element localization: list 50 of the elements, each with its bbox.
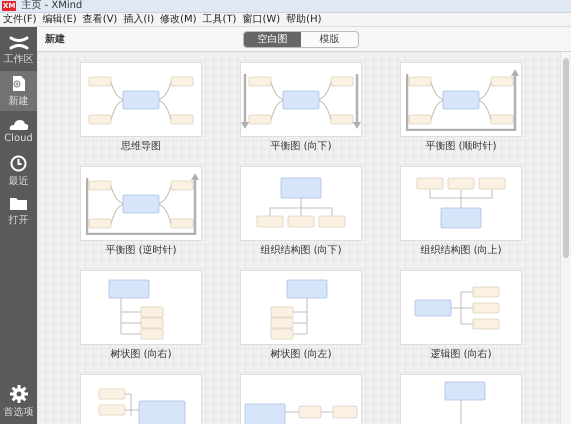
cross-icon: [8, 36, 28, 50]
sidebar-label: Cloud: [4, 132, 33, 144]
menu-item[interactable]: 查看(V): [82, 13, 118, 26]
menu-item[interactable]: 修改(M): [160, 13, 197, 26]
view-tab[interactable]: 空白图: [244, 32, 301, 47]
template-thumbnail[interactable]: [80, 62, 202, 137]
template-thumbnail[interactable]: [400, 62, 522, 137]
template-label: 思维导图: [121, 140, 161, 153]
template-label: 平衡图 (顺时针): [426, 140, 496, 153]
template-label: 树状图 (向左): [270, 348, 332, 361]
sidebar-label: 新建: [8, 94, 28, 108]
template-thumbnail[interactable]: [240, 270, 362, 345]
menu-item[interactable]: 帮助(H): [286, 13, 322, 26]
template-thumbnail[interactable]: [400, 270, 522, 345]
sidebar-item[interactable]: 工作区: [0, 31, 37, 71]
sidebar-label: 打开: [8, 214, 28, 226]
menu-item[interactable]: 工具(T): [202, 13, 236, 26]
diagram-drawing: [270, 279, 328, 340]
menu-item[interactable]: 编辑(E): [42, 13, 77, 26]
settings-icon: [10, 385, 28, 403]
template-thumbnail[interactable]: [240, 166, 362, 241]
template-label: 平衡图 (向下): [270, 140, 332, 153]
sidebar-item[interactable]: Cloud: [0, 111, 37, 151]
new-document-icon: [12, 74, 26, 92]
sidebar-item[interactable]: 打开: [0, 191, 37, 231]
clock-icon: [10, 154, 27, 172]
sidebar-item[interactable]: 新建: [0, 71, 37, 111]
sidebar-label: 首选项: [4, 406, 34, 419]
menu-item[interactable]: 插入(I): [123, 13, 154, 26]
sidebar-label: 工作区: [4, 53, 34, 66]
template-label: 逻辑图 (向右): [430, 348, 492, 361]
sidebar-item[interactable]: 首选项: [0, 382, 37, 422]
template-thumbnail[interactable]: [240, 62, 362, 137]
template-thumbnail[interactable]: [400, 166, 522, 241]
scrollbar[interactable]: [560, 52, 571, 424]
view-tab[interactable]: 模版: [301, 32, 358, 47]
cloud-icon: [8, 118, 28, 130]
diagram-drawing: [108, 279, 164, 340]
template-thumbnail[interactable]: [80, 166, 202, 241]
menu-item[interactable]: 窗口(W): [242, 13, 280, 26]
sidebar-item[interactable]: 最近: [0, 151, 37, 191]
page-title: 新建: [45, 32, 65, 46]
menu-item[interactable]: 文件(F): [3, 13, 37, 26]
template-label: 树状图 (向右): [110, 348, 172, 361]
template-label: 组织结构图 (向下): [260, 244, 342, 257]
template-label: 组织结构图 (向上): [420, 244, 502, 257]
template-thumbnail[interactable]: [80, 270, 202, 345]
sidebar-label: 最近: [8, 174, 28, 188]
template-label: 平衡图 (逆时针): [106, 244, 176, 257]
folder-icon: [9, 196, 28, 210]
